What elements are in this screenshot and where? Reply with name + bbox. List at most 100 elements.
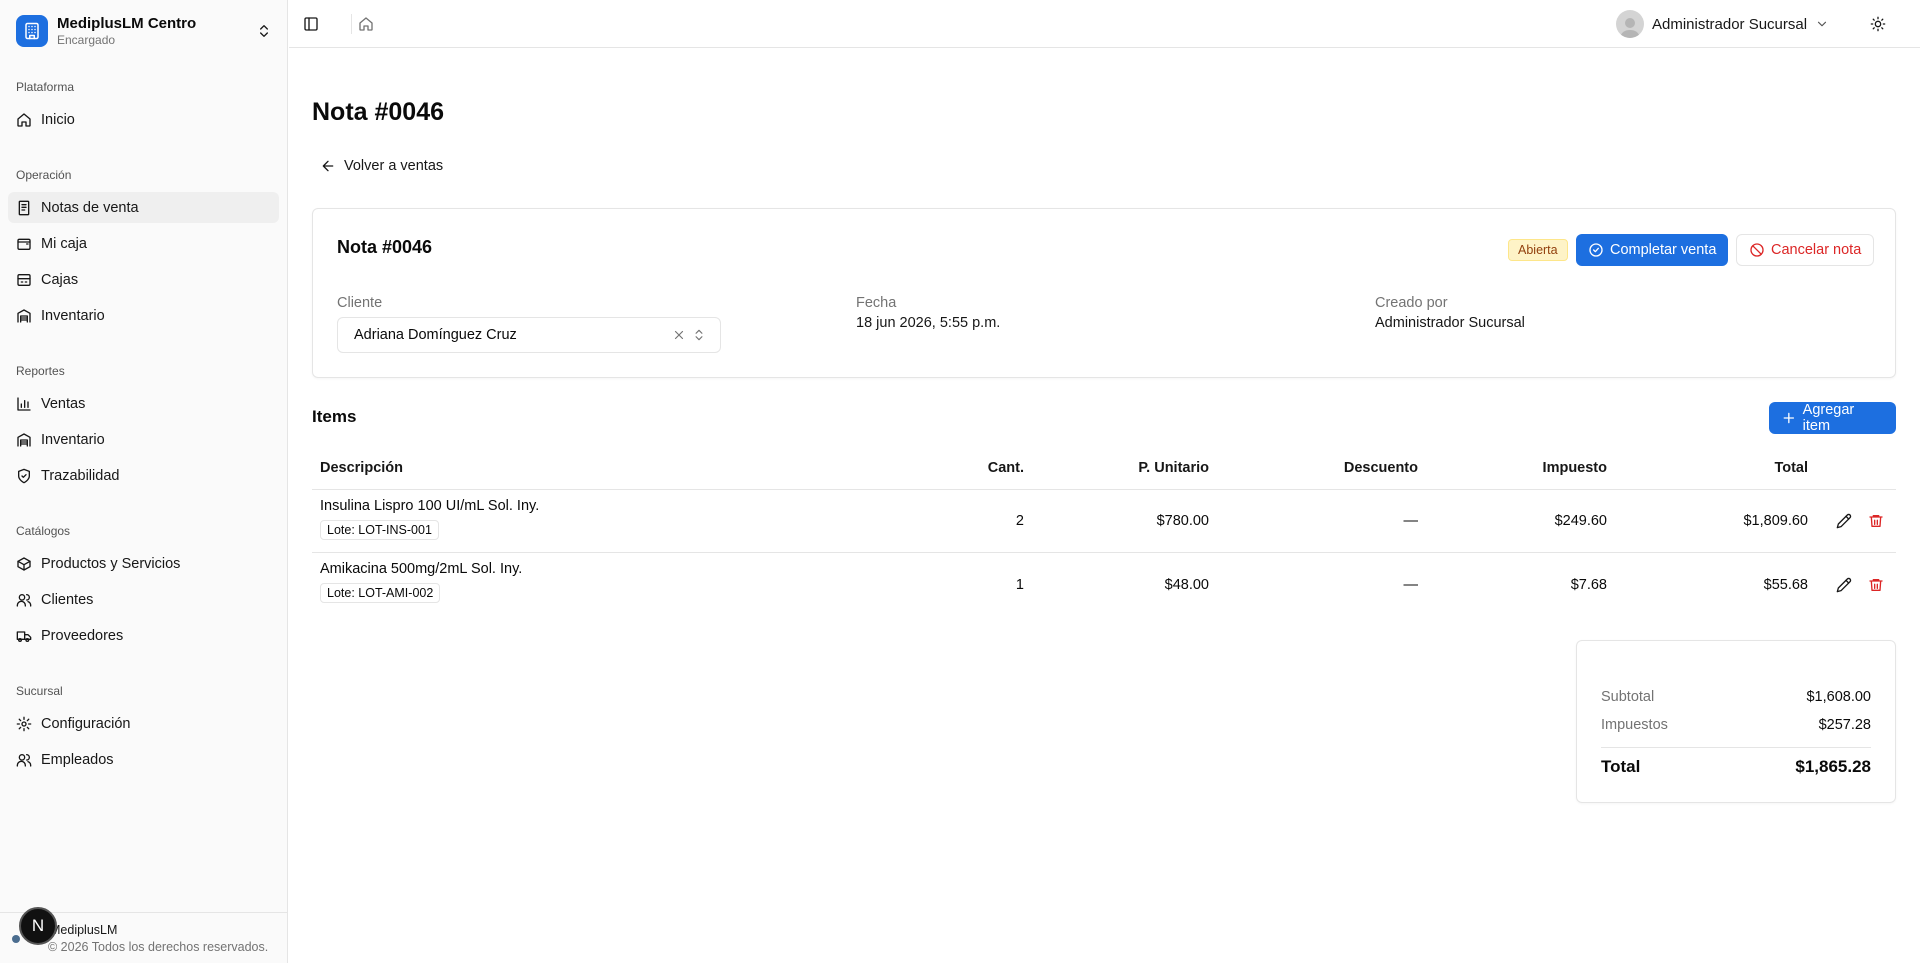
items-table: Descripción Cant. P. Unitario Descuento … bbox=[312, 446, 1896, 616]
close-icon[interactable] bbox=[672, 328, 686, 342]
sidebar-item-label: Notas de venta bbox=[41, 199, 139, 216]
sidebar-item-inicio[interactable]: Inicio bbox=[8, 104, 279, 135]
warehouse-icon bbox=[17, 308, 31, 323]
sidebar-item-label: Inventario bbox=[41, 431, 105, 448]
created-by-label: Creado por bbox=[1375, 295, 1448, 311]
page-title: Nota #0046 bbox=[312, 98, 445, 126]
footer-copyright: © 2026 Todos los derechos reservados. bbox=[48, 940, 269, 954]
date-value: 18 jun 2026, 5:55 p.m. bbox=[856, 315, 1001, 331]
truck-icon bbox=[16, 630, 32, 642]
user-name: Administrador Sucursal bbox=[1652, 15, 1808, 33]
bar-chart-icon bbox=[17, 396, 31, 411]
sidebar-item-ventas[interactable]: Ventas bbox=[8, 388, 279, 419]
taxes-value: $257.28 bbox=[1818, 717, 1871, 733]
home-icon bbox=[359, 17, 373, 31]
item-tax: $7.68 bbox=[1570, 576, 1607, 593]
sidebar-item-label: Productos y Servicios bbox=[41, 555, 181, 572]
cancel-note-button[interactable]: Cancelar nota bbox=[1736, 234, 1875, 266]
status-dot bbox=[12, 935, 20, 943]
sidebar-item-label: Inicio bbox=[41, 111, 75, 128]
lot-badge: Lote: LOT-AMI-002 bbox=[320, 583, 441, 603]
wallet-icon bbox=[17, 238, 31, 250]
sidebar-item-empleados[interactable]: Empleados bbox=[8, 744, 279, 775]
shield-check-icon bbox=[18, 468, 30, 483]
total-row: Total $1,865.28 bbox=[1601, 757, 1871, 777]
avatar bbox=[1616, 10, 1644, 38]
sidebar-item-label: Mi caja bbox=[41, 235, 87, 252]
item-discount: — bbox=[1403, 576, 1419, 593]
trash-icon[interactable] bbox=[1868, 577, 1884, 593]
sidebar-item-cajas[interactable]: Cajas bbox=[8, 264, 279, 295]
note-card-title: Nota #0046 bbox=[337, 237, 433, 257]
building-icon bbox=[16, 15, 48, 47]
sidebar-item-label: Empleados bbox=[41, 751, 114, 768]
theme-toggle-button[interactable] bbox=[1864, 10, 1892, 38]
warehouse-icon bbox=[17, 432, 31, 447]
item-total: $1,809.60 bbox=[1743, 513, 1808, 529]
sidebar-toggle-button[interactable] bbox=[297, 10, 325, 38]
branch-name: MediplusLM Centro bbox=[57, 14, 197, 32]
branch-switcher[interactable]: MediplusLM Centro Encargado bbox=[8, 8, 280, 54]
created-by-value: Administrador Sucursal bbox=[1375, 315, 1525, 331]
date-label: Fecha bbox=[856, 295, 897, 311]
sidebar-item-label: Cajas bbox=[41, 271, 79, 288]
check-circle-icon bbox=[1589, 243, 1603, 257]
sidebar-item-proveedores[interactable]: Proveedores bbox=[8, 620, 279, 651]
back-to-sales-link[interactable]: Volver a ventas bbox=[320, 158, 443, 174]
edit-icon[interactable] bbox=[1836, 513, 1852, 529]
sidebar-item-inventario[interactable]: Inventario bbox=[8, 300, 279, 331]
chevron-down-icon bbox=[1817, 21, 1827, 27]
note-card: Nota #0046 Abierta Completar venta Cance… bbox=[312, 208, 1896, 378]
subtotal-value: $1,608.00 bbox=[1806, 689, 1871, 705]
sidebar: MediplusLM Centro Encargado Plataforma I… bbox=[0, 0, 288, 963]
sidebar-item-mi-caja[interactable]: Mi caja bbox=[8, 228, 279, 259]
sidebar-item-inventario-reporte[interactable]: Inventario bbox=[8, 424, 279, 455]
add-item-label: Agregar item bbox=[1802, 402, 1855, 434]
plus-icon bbox=[1783, 412, 1795, 424]
sidebar-item-productos[interactable]: Productos y Servicios bbox=[8, 548, 279, 579]
complete-sale-button[interactable]: Completar venta bbox=[1576, 234, 1729, 266]
header-tax: Impuesto bbox=[1542, 460, 1607, 476]
sidebar-item-trazabilidad[interactable]: Trazabilidad bbox=[8, 460, 279, 491]
header-total: Total bbox=[1774, 460, 1808, 476]
table-row: Insulina Lispro 100 UI/mL Sol. Iny. Lote… bbox=[312, 490, 1896, 553]
chevrons-up-down-icon bbox=[260, 25, 268, 37]
users-icon bbox=[16, 593, 32, 607]
client-combobox[interactable]: Adriana Domínguez Cruz bbox=[337, 317, 721, 353]
receipt-icon bbox=[18, 200, 30, 215]
footer-app-name: MediplusLM bbox=[50, 923, 118, 937]
item-unit-price: $48.00 bbox=[1164, 576, 1209, 593]
taxes-label: Impuestos bbox=[1601, 717, 1668, 733]
user-menu[interactable]: Administrador Sucursal bbox=[1616, 9, 1829, 39]
dev-tools-button[interactable]: N bbox=[19, 907, 57, 945]
home-button[interactable] bbox=[352, 10, 380, 38]
package-icon bbox=[17, 556, 31, 571]
trash-icon[interactable] bbox=[1868, 513, 1884, 529]
sun-icon bbox=[1870, 16, 1886, 32]
sidebar-item-label: Configuración bbox=[41, 715, 131, 732]
item-discount: — bbox=[1403, 513, 1419, 529]
sidebar-item-label: Proveedores bbox=[41, 627, 124, 644]
sidebar-item-label: Trazabilidad bbox=[41, 467, 120, 484]
sidebar-item-clientes[interactable]: Clientes bbox=[8, 584, 279, 615]
status-badge: Abierta bbox=[1508, 239, 1568, 261]
sidebar-item-label: Ventas bbox=[41, 395, 86, 412]
group-label-operacion: Operación bbox=[16, 168, 72, 182]
taxes-row: Impuestos $257.28 bbox=[1601, 717, 1871, 733]
edit-icon[interactable] bbox=[1836, 577, 1852, 593]
group-label-catalogos: Catálogos bbox=[16, 524, 71, 538]
sidebar-item-notas-de-venta[interactable]: Notas de venta bbox=[8, 192, 279, 223]
sidebar-item-configuracion[interactable]: Configuración bbox=[8, 708, 279, 739]
item-quantity: 1 bbox=[1015, 576, 1024, 593]
sidebar-item-label: Inventario bbox=[41, 307, 105, 324]
total-value: $1,865.28 bbox=[1795, 757, 1871, 776]
topbar: Administrador Sucursal bbox=[289, 0, 1920, 48]
client-value: Adriana Domínguez Cruz bbox=[354, 327, 517, 343]
header-discount: Descuento bbox=[1343, 460, 1418, 476]
complete-sale-label: Completar venta bbox=[1610, 242, 1717, 258]
header-description: Descripción bbox=[320, 460, 403, 476]
cancel-note-label: Cancelar nota bbox=[1771, 242, 1862, 258]
add-item-button[interactable]: Agregar item bbox=[1769, 402, 1896, 434]
items-title: Items bbox=[312, 407, 357, 426]
home-icon bbox=[17, 112, 31, 127]
